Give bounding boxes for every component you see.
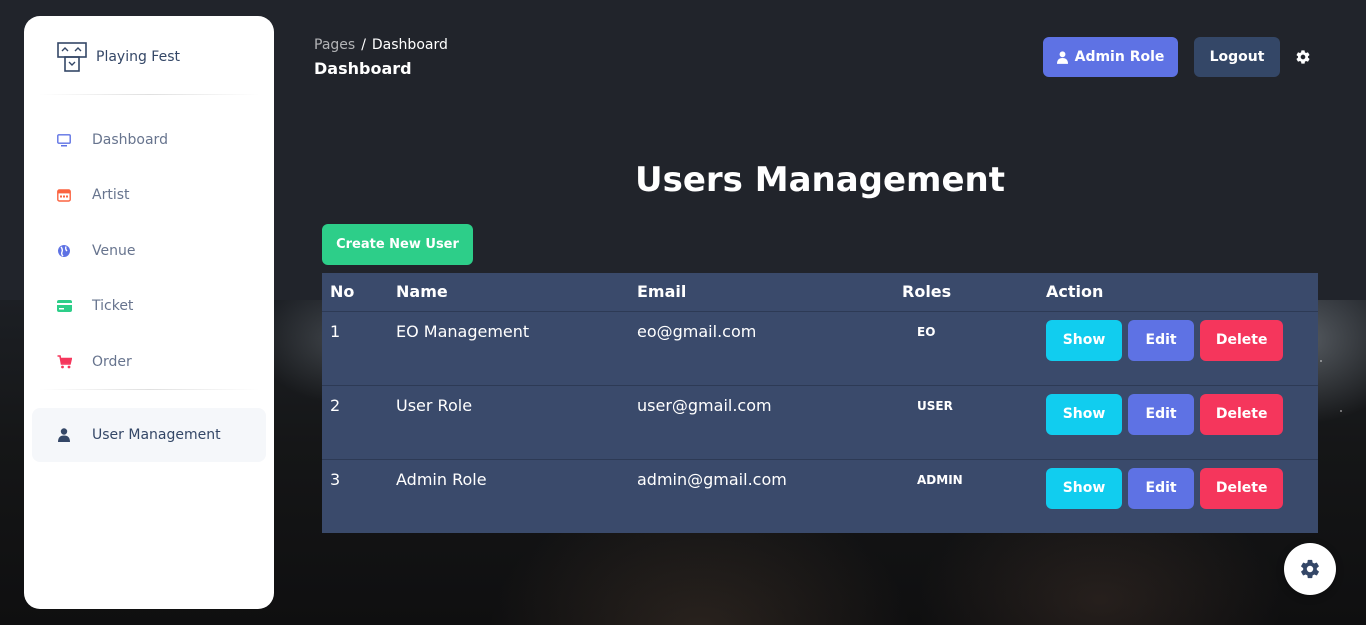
column-header-roles: Roles bbox=[894, 273, 1038, 312]
admin-role-label: Admin Role bbox=[1074, 49, 1165, 65]
sidebar-item-label: Order bbox=[92, 354, 132, 370]
credit-card-icon bbox=[56, 298, 72, 314]
column-header-no: No bbox=[322, 273, 388, 312]
divider bbox=[38, 94, 260, 95]
cart-icon bbox=[56, 354, 72, 370]
cell-actions: Show Edit Delete bbox=[1038, 384, 1318, 459]
breadcrumb-current: Dashboard bbox=[371, 37, 448, 53]
create-new-user-button[interactable]: Create New User bbox=[322, 224, 473, 265]
edit-button[interactable]: Edit bbox=[1128, 393, 1195, 435]
cell-no: 1 bbox=[330, 321, 341, 341]
table-row: 3 Admin Role admin@gmail.com ADMIN Show … bbox=[322, 458, 1318, 533]
sidebar: Playing Fest Dashboard Artist Venue Tick… bbox=[24, 16, 274, 609]
sidebar-item-label: Ticket bbox=[92, 298, 134, 314]
table-row: 1 EO Management eo@gmail.com EO Show Edi… bbox=[322, 311, 1318, 385]
admin-role-button[interactable]: Admin Role bbox=[1043, 37, 1178, 77]
divider bbox=[38, 389, 260, 390]
edit-button[interactable]: Edit bbox=[1128, 319, 1195, 361]
playing-fest-logo-icon bbox=[57, 42, 87, 72]
sidebar-item-order[interactable]: Order bbox=[32, 336, 266, 388]
users-table-container: No Name Email Roles Action 1 EO Manageme… bbox=[322, 273, 1318, 533]
column-header-email: Email bbox=[629, 273, 894, 312]
gear-icon bbox=[1301, 559, 1319, 579]
sidebar-item-label: Artist bbox=[92, 187, 130, 203]
show-button[interactable]: Show bbox=[1046, 467, 1122, 509]
cell-no: 2 bbox=[322, 384, 388, 459]
page-title: Dashboard bbox=[314, 59, 412, 78]
breadcrumb-parent[interactable]: Pages bbox=[314, 37, 355, 53]
cell-no: 3 bbox=[322, 458, 388, 533]
sidebar-item-artist[interactable]: Artist bbox=[32, 169, 266, 221]
calendar-icon bbox=[56, 187, 72, 203]
settings-fab[interactable] bbox=[1284, 543, 1336, 595]
cell-role: ADMIN bbox=[894, 458, 1038, 533]
sidebar-item-label: Dashboard bbox=[92, 132, 168, 148]
user-icon bbox=[56, 427, 72, 443]
sidebar-item-ticket[interactable]: Ticket bbox=[32, 280, 266, 332]
delete-button[interactable]: Delete bbox=[1200, 467, 1284, 509]
cell-name: EO Management bbox=[396, 321, 530, 341]
breadcrumb-separator: / bbox=[361, 37, 366, 53]
users-table: No Name Email Roles Action 1 EO Manageme… bbox=[322, 273, 1318, 533]
column-header-action: Action bbox=[1038, 273, 1318, 312]
breadcrumb: Pages / Dashboard bbox=[314, 37, 448, 53]
page-heading: Users Management bbox=[634, 160, 1005, 200]
cell-email: user@gmail.com bbox=[629, 384, 894, 459]
monitor-icon bbox=[56, 132, 72, 148]
column-header-name: Name bbox=[388, 273, 629, 312]
sidebar-item-label: Venue bbox=[92, 243, 136, 259]
cell-actions: Show Edit Delete bbox=[1038, 311, 1318, 385]
delete-button[interactable]: Delete bbox=[1200, 319, 1284, 361]
cell-role: USER bbox=[894, 384, 1038, 459]
delete-button[interactable]: Delete bbox=[1200, 393, 1284, 435]
show-button[interactable]: Show bbox=[1046, 319, 1122, 361]
show-button[interactable]: Show bbox=[1046, 393, 1122, 435]
brand[interactable]: Playing Fest bbox=[57, 42, 180, 72]
table-header-row: No Name Email Roles Action bbox=[322, 273, 1318, 312]
cell-email: eo@gmail.com bbox=[637, 321, 757, 341]
gear-icon[interactable] bbox=[1295, 49, 1311, 65]
brand-name: Playing Fest bbox=[96, 49, 180, 65]
user-icon bbox=[1056, 50, 1068, 64]
globe-icon bbox=[56, 243, 72, 259]
edit-button[interactable]: Edit bbox=[1128, 467, 1195, 509]
table-row: 2 User Role user@gmail.com USER Show Edi… bbox=[322, 384, 1318, 459]
sidebar-item-dashboard[interactable]: Dashboard bbox=[32, 114, 266, 166]
cell-actions: Show Edit Delete bbox=[1038, 458, 1318, 533]
cell-name: Admin Role bbox=[388, 458, 629, 533]
sidebar-item-label: User Management bbox=[92, 427, 221, 443]
sidebar-item-venue[interactable]: Venue bbox=[32, 225, 266, 277]
logout-button[interactable]: Logout bbox=[1194, 37, 1280, 77]
cell-name: User Role bbox=[388, 384, 629, 459]
cell-role: EO bbox=[917, 324, 936, 339]
sidebar-item-user-management[interactable]: User Management bbox=[32, 408, 266, 462]
cell-email: admin@gmail.com bbox=[629, 458, 894, 533]
